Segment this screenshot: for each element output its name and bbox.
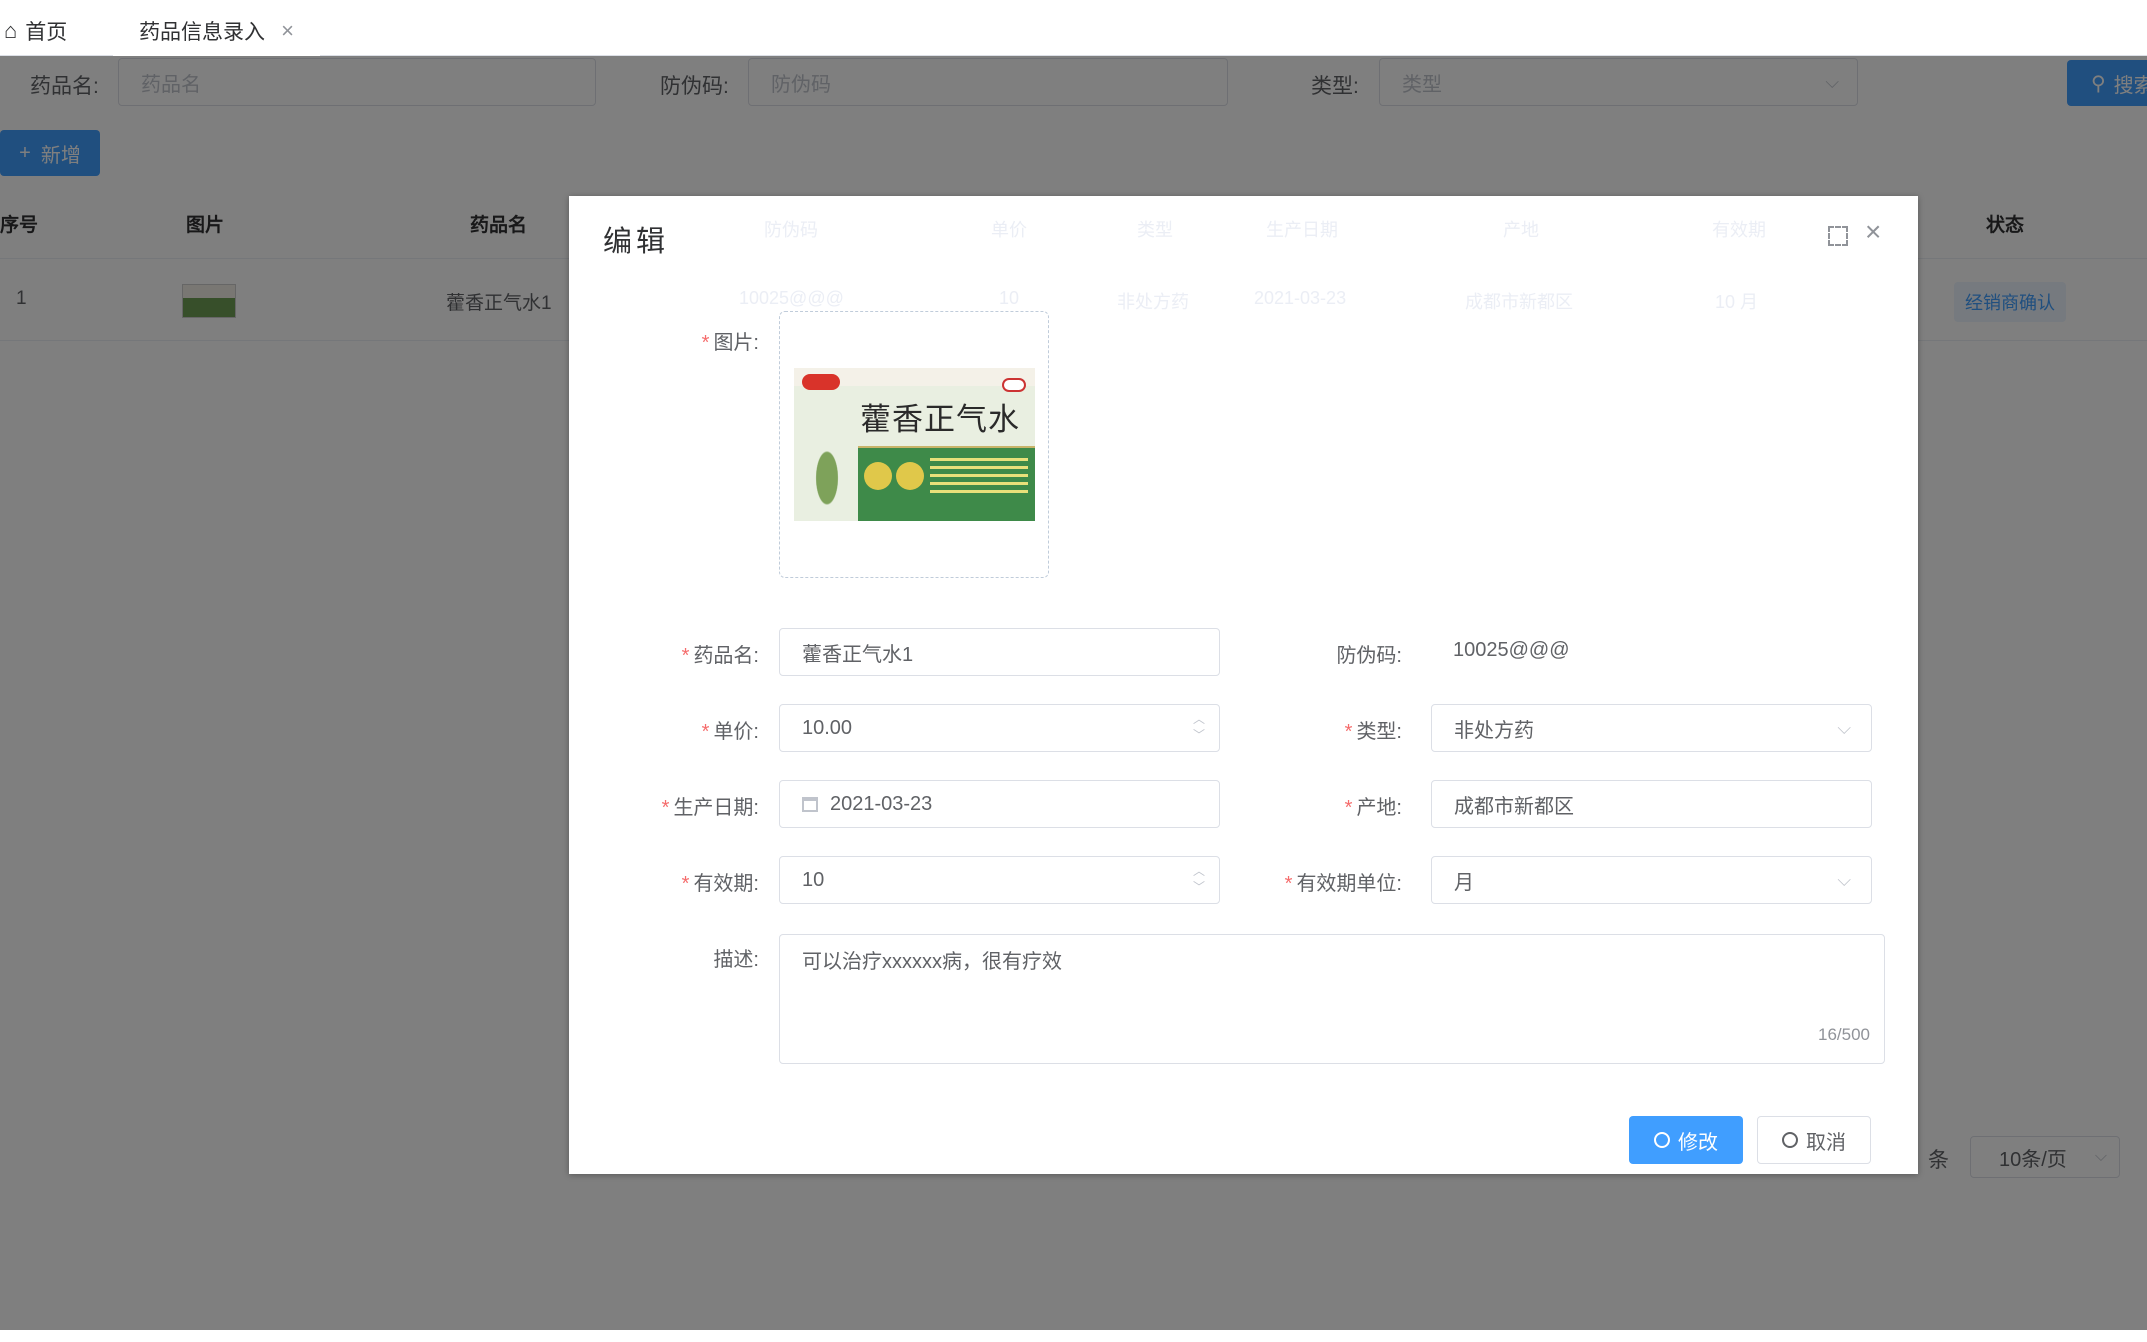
desc-label: 描述:: [713, 949, 759, 971]
price-label: * 单价:: [701, 721, 759, 743]
bottom-strip: [0, 1330, 2147, 1342]
chevron-down-icon: ⌵: [1837, 869, 1851, 890]
cancel-button[interactable]: 取消: [1757, 1116, 1871, 1164]
ghost-row-price: 10: [999, 288, 1020, 308]
check-circle-icon: [1654, 1132, 1670, 1148]
otc-badge: [1002, 378, 1026, 392]
close-circle-icon: [1782, 1132, 1798, 1148]
ghost-row-code: 10025@@@: [739, 288, 844, 308]
close-icon[interactable]: ×: [281, 18, 294, 44]
date-label: * 生产日期:: [661, 797, 759, 819]
ghost-header-code: 防伪码: [764, 220, 818, 240]
validity-stepper[interactable]: 10 ︿ ﹀: [779, 856, 1220, 904]
tab-home-label: 首页: [25, 21, 68, 44]
submit-button[interactable]: 修改: [1629, 1116, 1743, 1164]
origin-label-text: 产地:: [1356, 797, 1402, 819]
desc-value: 可以治疗xxxxxx病，很有疗效: [802, 951, 1062, 973]
ghost-header-date: 生产日期: [1266, 220, 1338, 240]
chevron-down-icon: ⌵: [1837, 717, 1851, 738]
type-select[interactable]: 非处方药 ⌵: [1431, 704, 1872, 752]
ghost-header-validity: 有效期: [1712, 220, 1766, 240]
tab-drug-entry[interactable]: 药品信息录入 ×: [113, 6, 320, 56]
ghost-row-type: 非处方药: [1117, 292, 1189, 312]
calendar-icon: [802, 796, 818, 812]
drug-image-title: 藿香正气水: [860, 402, 1020, 438]
close-icon[interactable]: ×: [1865, 218, 1881, 246]
date-label-text: 生产日期:: [673, 797, 759, 819]
origin-value: 成都市新都区: [1454, 795, 1574, 818]
price-label-text: 单价:: [713, 721, 759, 743]
desc-char-count: 16/500: [1818, 1025, 1870, 1044]
name-label-text: 药品名:: [693, 645, 759, 667]
fullscreen-icon[interactable]: [1828, 226, 1848, 246]
unit-select[interactable]: 月 ⌵: [1431, 856, 1872, 904]
ghost-header-origin: 产地: [1503, 220, 1539, 240]
brand-logo: [802, 374, 840, 390]
tab-bar: ⌂ 首页 药品信息录入 ×: [0, 0, 2147, 56]
origin-input[interactable]: 成都市新都区: [1431, 780, 1872, 828]
submit-button-label: 修改: [1678, 1131, 1718, 1154]
validity-label: * 有效期:: [681, 873, 759, 895]
price-value: 10.00: [802, 716, 853, 739]
ghost-header-price: 单价: [991, 220, 1027, 240]
tab-drug-entry-label: 药品信息录入: [139, 21, 266, 44]
unit-value: 月: [1454, 871, 1474, 894]
cancel-button-label: 取消: [1806, 1131, 1846, 1154]
edit-dialog: 编辑 × 防伪码 单价 类型 生产日期 产地 有效期 10025@@@ 10 非…: [569, 196, 1918, 1174]
type-label: * 类型:: [1344, 721, 1402, 743]
image-label: * 图片:: [701, 332, 759, 354]
code-label: 防伪码:: [1336, 645, 1402, 667]
validity-value: 10: [802, 868, 825, 891]
ghost-row-date: 2021-03-23: [1254, 288, 1347, 308]
name-label: * 药品名:: [681, 645, 759, 667]
tab-home[interactable]: ⌂ 首页: [0, 6, 67, 56]
date-picker[interactable]: 2021-03-23: [779, 780, 1220, 828]
name-input-value: 藿香正气水1: [802, 643, 914, 666]
unit-label: * 有效期单位:: [1284, 873, 1402, 895]
date-value: 2021-03-23: [830, 792, 933, 815]
ghost-row-validity: 10 月: [1715, 292, 1759, 312]
origin-label: * 产地:: [1344, 797, 1402, 819]
dialog-title: 编辑: [603, 226, 670, 258]
ghost-row-origin: 成都市新都区: [1465, 292, 1573, 312]
desc-textarea[interactable]: 可以治疗xxxxxx病，很有疗效 16/500: [779, 934, 1885, 1064]
unit-label-text: 有效期单位:: [1296, 873, 1402, 895]
image-label-text: 图片:: [713, 332, 759, 354]
type-value: 非处方药: [1454, 719, 1534, 742]
code-value: 10025@@@: [1453, 639, 1570, 661]
ghost-header-type: 类型: [1137, 220, 1173, 240]
validity-label-text: 有效期:: [693, 873, 759, 895]
drug-image: 藿香正气水: [794, 368, 1035, 521]
stepper-arrows-icon[interactable]: ︿ ﹀: [1193, 863, 1205, 895]
image-upload[interactable]: 藿香正气水: [779, 311, 1049, 578]
stepper-arrows-icon[interactable]: ︿ ﹀: [1193, 711, 1205, 743]
name-input[interactable]: 藿香正气水1: [779, 628, 1220, 676]
type-label-text: 类型:: [1356, 721, 1402, 743]
home-icon: ⌂: [4, 18, 18, 43]
price-stepper[interactable]: 10.00 ︿ ﹀: [779, 704, 1220, 752]
